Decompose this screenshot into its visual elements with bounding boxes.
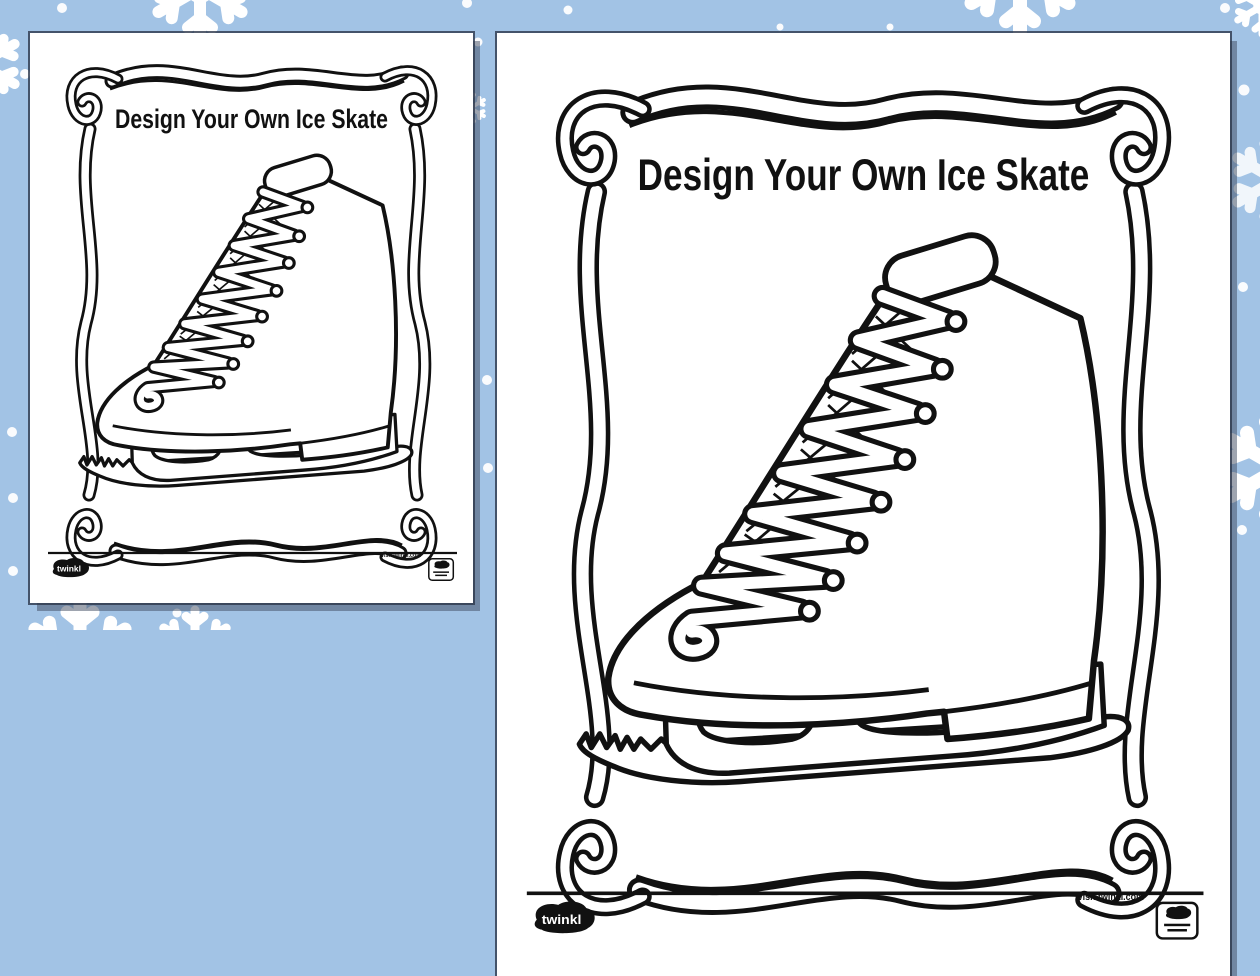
worksheet-page-art xyxy=(527,95,1204,938)
resource-preview-canvas: { "background": { "color": "#a2c3e5", "d… xyxy=(0,0,1260,630)
worksheet-page-zoomed-preview xyxy=(497,33,1230,976)
worksheet-page-full-preview xyxy=(30,33,473,603)
worksheet-page-art xyxy=(48,71,457,581)
